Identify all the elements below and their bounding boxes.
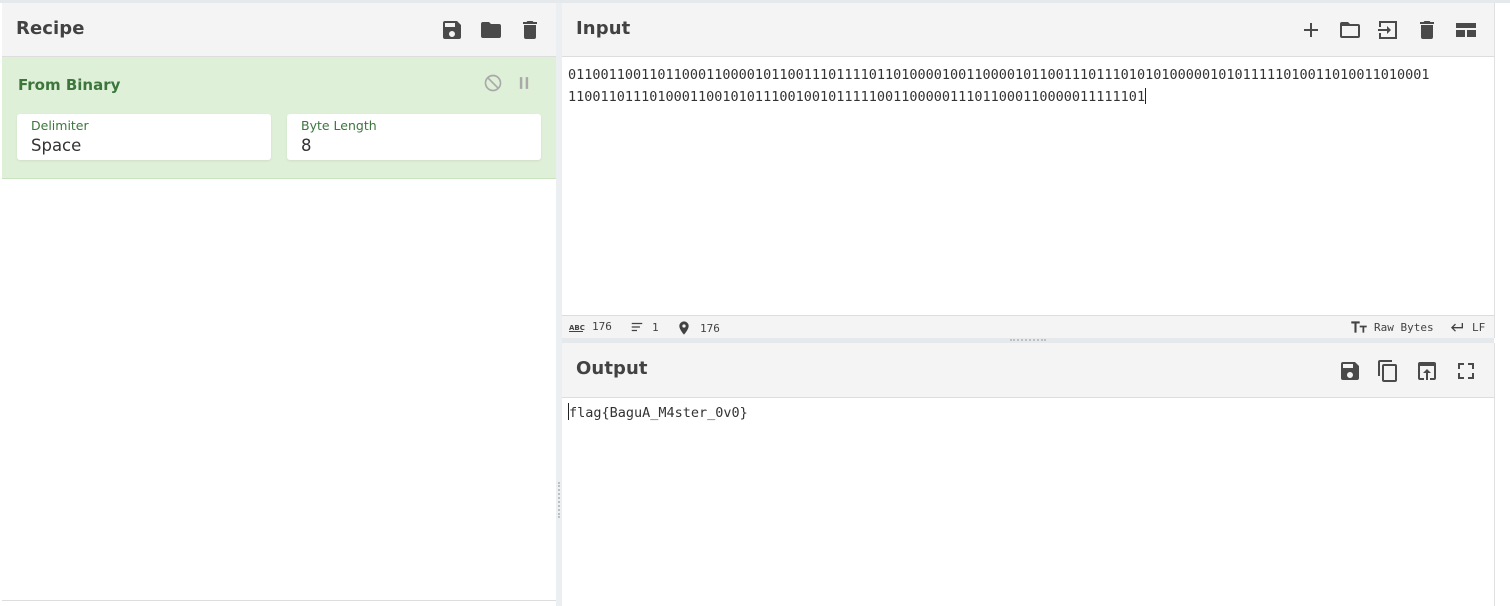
block-icon bbox=[484, 74, 502, 92]
replace-input-icon bbox=[1418, 362, 1436, 380]
folder-icon bbox=[1340, 22, 1360, 38]
open-file-button[interactable] bbox=[1336, 16, 1364, 44]
clear-input-button[interactable] bbox=[1413, 16, 1441, 44]
reset-layout-button[interactable] bbox=[1452, 16, 1480, 44]
line-count: 1 bbox=[629, 320, 659, 334]
output-pane: Output flag{BaguA_M4ster_0v0} bbox=[562, 343, 1495, 606]
char-count-value: 176 bbox=[592, 320, 612, 333]
input-textarea[interactable]: 0110011001101100011000010110011101111011… bbox=[568, 64, 1490, 108]
eol-label: LF bbox=[1472, 320, 1486, 334]
disable-operation-button[interactable] bbox=[482, 72, 504, 94]
save-icon bbox=[1341, 362, 1359, 380]
text-size-icon bbox=[1351, 321, 1367, 333]
delimiter-label: Delimiter bbox=[31, 118, 89, 133]
line-count-value: 1 bbox=[652, 320, 659, 334]
recipe-bottom-border bbox=[2, 600, 556, 601]
plus-icon bbox=[1304, 23, 1318, 37]
caret-position-value: 176 bbox=[700, 321, 720, 335]
layout-icon bbox=[1456, 23, 1476, 37]
load-recipe-button[interactable] bbox=[477, 16, 505, 44]
delimiter-value[interactable]: Space bbox=[31, 136, 81, 155]
copy-output-button[interactable] bbox=[1374, 357, 1402, 385]
trash-icon bbox=[523, 21, 537, 39]
operation-from-binary[interactable]: From Binary Delimiter Space Byte Length … bbox=[2, 57, 556, 179]
encoding-selector[interactable]: Raw Bytes bbox=[1350, 320, 1434, 334]
recipe-pane: Recipe From Binary Delimiter Space Byte … bbox=[2, 3, 556, 606]
eol-selector[interactable]: LF bbox=[1449, 320, 1485, 334]
insert-icon bbox=[1378, 21, 1397, 39]
clear-recipe-button[interactable] bbox=[516, 16, 544, 44]
lines-icon bbox=[631, 322, 643, 332]
operation-title: From Binary bbox=[18, 76, 121, 94]
input-header: Input bbox=[562, 3, 1494, 57]
save-icon bbox=[443, 21, 461, 39]
save-output-button[interactable] bbox=[1336, 357, 1364, 385]
replace-input-button[interactable] bbox=[1413, 357, 1441, 385]
trash-icon bbox=[1420, 21, 1434, 39]
save-recipe-button[interactable] bbox=[438, 16, 466, 44]
maximise-icon bbox=[1458, 363, 1474, 379]
output-title: Output bbox=[576, 358, 648, 379]
add-input-tab-button[interactable] bbox=[1297, 16, 1325, 44]
delimiter-field[interactable]: Delimiter Space bbox=[17, 114, 271, 160]
encoding-label: Raw Bytes bbox=[1374, 320, 1434, 334]
caret-position: 176 bbox=[676, 320, 720, 336]
pause-operation-button[interactable] bbox=[513, 72, 535, 94]
input-line-2: 1100110111010001100101011100100101111100… bbox=[568, 86, 1490, 108]
return-arrow-icon bbox=[1451, 323, 1463, 332]
input-title: Input bbox=[576, 18, 631, 39]
text-caret bbox=[1145, 88, 1147, 104]
output-textarea[interactable]: flag{BaguA_M4ster_0v0} bbox=[568, 402, 1490, 424]
abc-icon: ABC bbox=[569, 324, 585, 332]
input-pane: Input 0110011001101100011000010110011101… bbox=[562, 3, 1495, 341]
folder-icon bbox=[481, 22, 501, 38]
location-pin-icon bbox=[679, 321, 689, 335]
output-header: Output bbox=[562, 343, 1494, 398]
byte-length-field[interactable]: Byte Length 8 bbox=[287, 114, 541, 160]
char-count: ABC 176 bbox=[569, 320, 612, 333]
byte-length-label: Byte Length bbox=[301, 118, 377, 133]
maximise-output-button[interactable] bbox=[1452, 357, 1480, 385]
recipe-title: Recipe bbox=[16, 18, 85, 39]
output-text: flag{BaguA_M4ster_0v0} bbox=[569, 405, 748, 421]
recipe-header: Recipe bbox=[2, 3, 556, 57]
input-line-2-text: 1100110111010001100101011100100101111100… bbox=[568, 89, 1146, 105]
pause-icon bbox=[519, 77, 529, 89]
copy-icon bbox=[1378, 360, 1397, 382]
input-line-1: 0110011001101100011000010110011101111011… bbox=[568, 67, 1430, 83]
byte-length-value[interactable]: 8 bbox=[301, 136, 312, 155]
right-edge bbox=[1495, 3, 1510, 606]
open-folder-button[interactable] bbox=[1374, 16, 1402, 44]
svg-text:ABC: ABC bbox=[569, 324, 585, 332]
